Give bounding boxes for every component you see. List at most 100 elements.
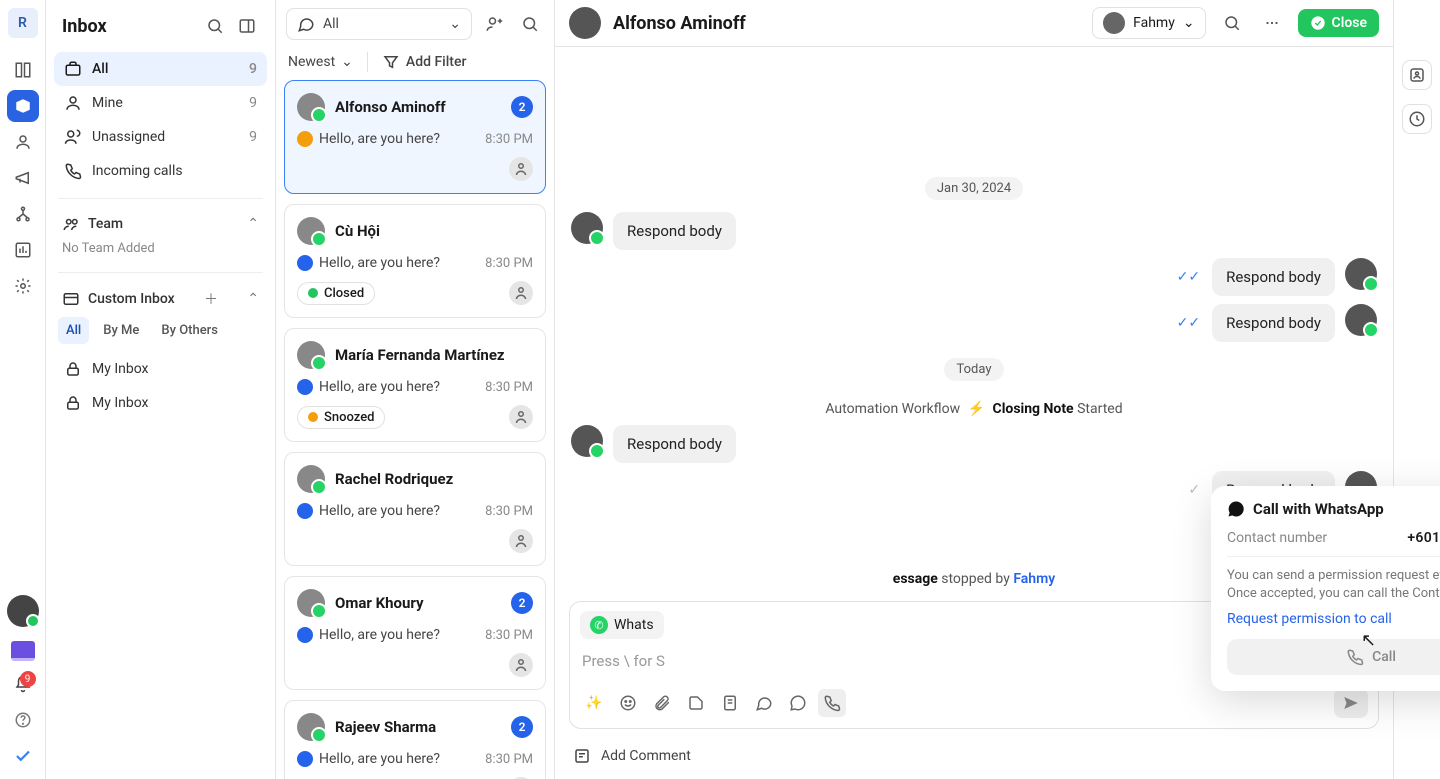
inbox-item-calls[interactable]: Incoming calls — [54, 154, 267, 188]
sort-dropdown[interactable]: Newest ⌄ — [288, 54, 353, 70]
nav-help[interactable] — [14, 711, 32, 733]
chart-icon — [14, 241, 32, 259]
nav-inbox[interactable] — [7, 90, 39, 122]
nav-contacts[interactable] — [7, 126, 39, 158]
preview-text: Hello, are you here? — [319, 503, 479, 519]
nav-org[interactable] — [7, 198, 39, 230]
sent-tick-icon: ✓ — [1188, 482, 1200, 498]
custom-inbox-item[interactable]: My Inbox — [54, 352, 267, 386]
nav-dashboard[interactable] — [7, 54, 39, 86]
close-button[interactable]: Close — [1298, 9, 1379, 37]
sticker-icon — [687, 694, 705, 712]
conversation-card[interactable]: María Fernanda Martínez Hello, are you h… — [284, 328, 546, 442]
popover-title: Call with WhatsApp — [1253, 500, 1440, 518]
conversation-card[interactable]: Rachel Rodriquez Hello, are you here? 8:… — [284, 452, 546, 566]
send-button[interactable] — [1334, 688, 1368, 718]
label: Incoming calls — [92, 163, 183, 179]
whatsapp-icon — [789, 694, 807, 712]
user-circle-icon — [14, 133, 32, 151]
current-user-avatar[interactable] — [7, 595, 39, 627]
inbox-icon — [14, 97, 32, 115]
add-filter-button[interactable]: Add Filter — [382, 53, 467, 71]
chevron-down-icon: ⌄ — [449, 16, 461, 32]
assignee-dropdown[interactable]: Fahmy ⌄ — [1092, 7, 1205, 39]
quick-reply-button[interactable] — [750, 689, 778, 717]
workspace-avatar[interactable]: R — [8, 8, 38, 38]
assignee-avatar — [509, 405, 533, 429]
nav-docs[interactable] — [11, 641, 35, 661]
contact-name: Cù Hội — [335, 222, 533, 240]
inbox-item-unassigned[interactable]: Unassigned 9 — [54, 120, 267, 154]
permission-note: You can send a permission request every … — [1227, 567, 1440, 603]
assignee-filter[interactable] — [480, 10, 508, 38]
nav-broadcast[interactable] — [7, 162, 39, 194]
call-button-disabled: Call — [1227, 639, 1440, 675]
call-popover: Call with WhatsApp Beta Contact number +… — [1211, 486, 1440, 691]
tab-by-others[interactable]: By Others — [153, 317, 226, 344]
clock-icon — [1408, 110, 1426, 128]
message-outgoing: ✓✓ Respond body — [571, 304, 1377, 342]
contact-name: Alfonso Aminoff — [335, 98, 501, 116]
call-button[interactable] — [818, 689, 846, 717]
nav-notifications[interactable]: 9 — [14, 675, 32, 697]
inbox-item-all[interactable]: All 9 — [54, 52, 267, 86]
magic-wand-button[interactable]: ✨ — [580, 689, 608, 717]
label: My Inbox — [92, 361, 149, 377]
unread-badge: 2 — [511, 716, 533, 738]
emoji-button[interactable] — [614, 689, 642, 717]
contact-panel-toggle[interactable] — [1402, 60, 1432, 90]
snippet-button[interactable] — [716, 689, 744, 717]
team-header[interactable]: Team ⌃ — [46, 205, 275, 237]
nav-status[interactable] — [14, 747, 32, 769]
conversation-card[interactable]: Alfonso Aminoff 2 Hello, are you here? 8… — [284, 80, 546, 194]
filter-dropdown[interactable]: All ⌄ — [286, 8, 472, 40]
avatar — [571, 425, 603, 457]
activity-panel-toggle[interactable] — [1402, 104, 1432, 134]
briefcase-icon — [64, 60, 82, 78]
conversation-card[interactable]: Rajeev Sharma 2 Hello, are you here? 8:3… — [284, 700, 546, 779]
team-empty: No Team Added — [46, 237, 275, 266]
list-search[interactable] — [516, 10, 544, 38]
channel-selector[interactable]: ✆ Whats — [580, 611, 664, 639]
chat-icon — [297, 15, 315, 33]
read-ticks-icon: ✓✓ — [1177, 315, 1200, 331]
request-permission-link[interactable]: Request permission to call — [1227, 611, 1440, 627]
message-outgoing: ✓✓ Respond body — [571, 258, 1377, 296]
inbox-collapse[interactable] — [235, 14, 259, 38]
search-icon — [1223, 14, 1241, 32]
contact-name: Rajeev Sharma — [335, 718, 501, 736]
thread-search[interactable] — [1218, 9, 1246, 37]
date-separator: Today — [944, 358, 1003, 381]
contact-avatar[interactable] — [569, 7, 601, 39]
sidebar-icon — [238, 17, 256, 35]
nav-settings[interactable] — [7, 270, 39, 302]
avatar — [297, 217, 325, 245]
conversation-card[interactable]: Omar Khoury 2 Hello, are you here? 8:30 … — [284, 576, 546, 690]
sort-label: Newest — [288, 54, 335, 70]
contact-number-label: Contact number — [1227, 530, 1327, 546]
custom-inbox-item[interactable]: My Inbox — [54, 386, 267, 420]
nav-reports[interactable] — [7, 234, 39, 266]
chat-icon — [755, 694, 773, 712]
inbox-item-mine[interactable]: Mine 9 — [54, 86, 267, 120]
gear-icon — [14, 277, 32, 295]
plus-icon[interactable]: ＋ — [204, 289, 218, 309]
preview-text: Hello, are you here? — [319, 131, 479, 147]
assignee-avatar — [509, 157, 533, 181]
inbox-search[interactable] — [203, 14, 227, 38]
thread-more[interactable] — [1258, 9, 1286, 37]
layout-icon — [14, 61, 32, 79]
tab-by-me[interactable]: By Me — [95, 317, 147, 344]
label: Add Filter — [406, 54, 467, 70]
tab-all[interactable]: All — [58, 317, 89, 344]
add-comment-button[interactable]: Add Comment — [555, 737, 1393, 779]
user-icon — [64, 94, 82, 112]
sticker-button[interactable] — [682, 689, 710, 717]
custom-inbox-header[interactable]: Custom Inbox ＋ ⌃ — [46, 279, 275, 313]
filter-label: All — [323, 16, 339, 32]
paperclip-icon — [653, 694, 671, 712]
conversation-card[interactable]: Cù Hội Hello, are you here? 8:30 PM Clos… — [284, 204, 546, 318]
assignee-avatar — [509, 281, 533, 305]
whatsapp-button[interactable] — [784, 689, 812, 717]
attach-button[interactable] — [648, 689, 676, 717]
